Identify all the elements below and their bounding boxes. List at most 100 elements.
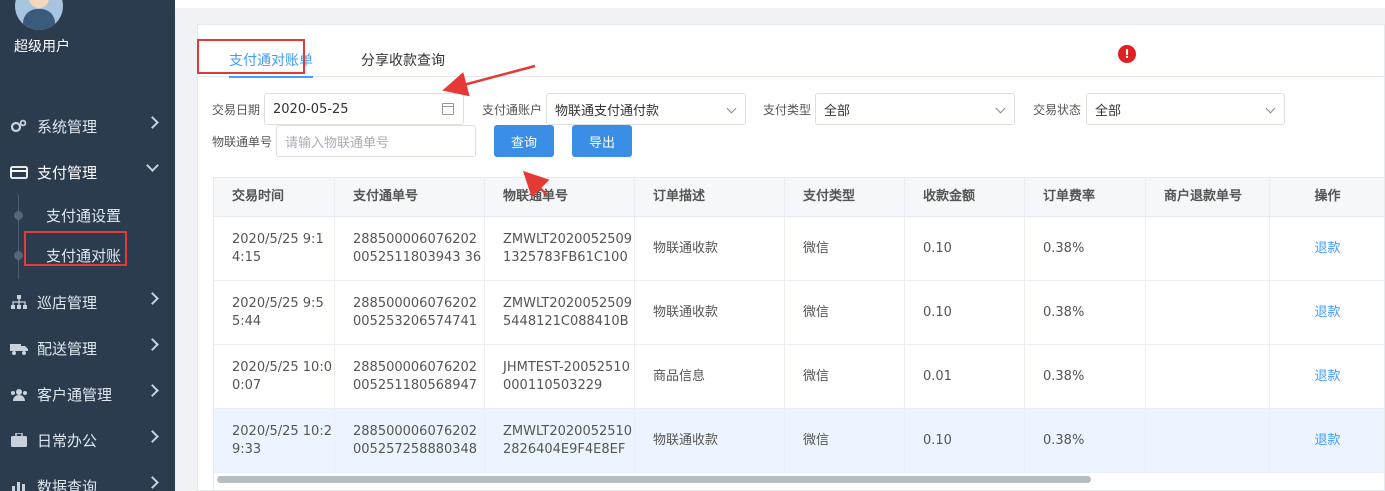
sidebar-item-office[interactable]: 日常办公 — [0, 417, 175, 463]
refund-link[interactable]: 退款 — [1314, 304, 1340, 322]
status-value: 全部 — [1095, 103, 1122, 119]
table-row: 2020/5/25 10:00:07 288500006076202005251… — [214, 345, 1384, 409]
sitemap-icon — [10, 295, 28, 309]
sidebar-sub-item-label: 支付通设置 — [46, 206, 122, 225]
sidebar-item-label: 系统管理 — [37, 117, 98, 136]
col-header[interactable]: 交易时间 — [214, 178, 335, 216]
username: 超级用户 — [14, 39, 70, 55]
chevron-right-icon — [146, 338, 159, 351]
col-header[interactable]: 商户退款单号 — [1146, 178, 1270, 216]
order-label: 物联通单号 — [212, 135, 273, 149]
bar-chart-icon — [10, 479, 28, 491]
cell-time: 2020/5/25 10:00:07 — [214, 345, 335, 408]
refund-link[interactable]: 退款 — [1314, 368, 1340, 386]
cell-desc: 物联通收款 — [635, 217, 785, 280]
col-header: 操作 — [1270, 178, 1384, 216]
cell-type: 微信 — [785, 409, 905, 472]
paytype-value: 全部 — [824, 103, 851, 119]
sidebar-menu: 系统管理 支付管理 支付通设置 支付通对账 巡店管理 配送管理 客户通管理 日常… — [0, 103, 175, 491]
sidebar-item-label: 客户通管理 — [37, 385, 113, 404]
cell-action: 退款 — [1270, 345, 1384, 408]
info-icon[interactable]: ! — [1118, 45, 1136, 63]
sidebar-item-label: 巡店管理 — [37, 293, 98, 312]
cell-action: 退款 — [1270, 281, 1384, 344]
sidebar-item-system[interactable]: 系统管理 — [0, 103, 175, 149]
date-value: 2020-05-25 — [273, 101, 349, 117]
refund-link[interactable]: 退款 — [1314, 240, 1340, 258]
cell-refund-no — [1146, 217, 1270, 280]
chevron-right-icon — [146, 384, 159, 397]
cell-wlt-no: ZMWLT20200525095448121C088410B — [485, 281, 635, 344]
account-select[interactable]: 物联通支付通付款 — [546, 93, 746, 125]
cell-desc: 商品信息 — [635, 345, 785, 408]
table-header: 交易时间 支付通单号 物联通单号 订单描述 支付类型 收款金额 订单费率 商户退… — [214, 178, 1384, 217]
cell-rate: 0.38% — [1025, 345, 1146, 408]
cell-desc: 物联通收款 — [635, 409, 785, 472]
order-placeholder: 请输入物联通单号 — [285, 135, 390, 151]
cell-refund-no — [1146, 281, 1270, 344]
sidebar-item-data-query[interactable]: 数据查询 — [0, 463, 175, 491]
card-icon — [10, 165, 28, 179]
cell-amount: 0.01 — [905, 345, 1025, 408]
horizontal-scrollbar[interactable] — [217, 476, 1091, 483]
date-label: 交易日期 — [212, 103, 261, 117]
sidebar-item-label: 数据查询 — [37, 477, 98, 491]
col-header[interactable]: 收款金额 — [905, 178, 1025, 216]
chevron-right-icon — [146, 292, 159, 305]
sidebar-item-customer[interactable]: 客户通管理 — [0, 371, 175, 417]
cell-pay-no: 2885000060762020052511803943 36 — [335, 217, 485, 280]
cell-amount: 0.10 — [905, 217, 1025, 280]
col-header[interactable]: 支付通单号 — [335, 178, 485, 216]
status-select[interactable]: 全部 — [1086, 93, 1285, 125]
sidebar-item-payment[interactable]: 支付管理 — [0, 149, 175, 195]
tab-shared-receipts[interactable]: 分享收款查询 — [361, 50, 445, 76]
chevron-right-icon — [146, 116, 159, 129]
sidebar-item-store-patrol[interactable]: 巡店管理 — [0, 279, 175, 325]
cell-refund-no — [1146, 345, 1270, 408]
avatar[interactable] — [15, 0, 63, 30]
query-button[interactable]: 查询 — [494, 125, 554, 157]
date-input[interactable]: 2020-05-25 — [264, 93, 464, 125]
top-bar — [175, 0, 1385, 8]
chevron-down-icon — [1265, 103, 1276, 114]
order-input[interactable]: 请输入物联通单号 — [276, 125, 476, 157]
sidebar-sub-item-settings[interactable]: 支付通设置 — [0, 195, 175, 235]
cell-type: 微信 — [785, 217, 905, 280]
cell-action: 退款 — [1270, 217, 1384, 280]
cell-rate: 0.38% — [1025, 281, 1146, 344]
annotation-box-sidebar — [24, 231, 127, 266]
chevron-down-icon — [995, 103, 1006, 114]
cell-time: 2020/5/25 9:55:44 — [214, 281, 335, 344]
col-header[interactable]: 支付类型 — [785, 178, 905, 216]
sidebar-item-label: 配送管理 — [37, 339, 98, 358]
account-label: 支付通账户 — [482, 103, 543, 117]
table-row: 2020/5/25 10:29:33 288500006076202005257… — [214, 409, 1384, 473]
users-icon — [10, 387, 28, 401]
col-header[interactable]: 订单费率 — [1025, 178, 1146, 216]
cell-wlt-no: ZMWLT20200525091325783FB61C100 — [485, 217, 635, 280]
cell-pay-no: 288500006076202005257258880348 — [335, 409, 485, 472]
cell-amount: 0.10 — [905, 281, 1025, 344]
chevron-right-icon — [146, 476, 159, 489]
cell-action: 退款 — [1270, 409, 1384, 472]
cell-rate: 0.38% — [1025, 217, 1146, 280]
cell-type: 微信 — [785, 345, 905, 408]
paytype-select[interactable]: 全部 — [815, 93, 1015, 125]
col-header[interactable]: 订单描述 — [635, 178, 785, 216]
cell-pay-no: 288500006076202005253206574741 — [335, 281, 485, 344]
calendar-icon — [442, 103, 454, 115]
chevron-down-icon — [146, 159, 159, 172]
refund-link[interactable]: 退款 — [1314, 432, 1340, 450]
sidebar-item-delivery[interactable]: 配送管理 — [0, 325, 175, 371]
tab-bar: 支付通对账单 分享收款查询 ! — [198, 25, 1385, 78]
cell-amount: 0.10 — [905, 409, 1025, 472]
cell-desc: 物联通收款 — [635, 281, 785, 344]
sidebar-item-label: 支付管理 — [37, 163, 98, 182]
col-header[interactable]: 物联通单号 — [485, 178, 635, 216]
sidebar-item-label: 日常办公 — [37, 431, 98, 450]
data-table: 交易时间 支付通单号 物联通单号 订单描述 支付类型 收款金额 订单费率 商户退… — [213, 177, 1385, 491]
briefcase-icon — [10, 433, 28, 447]
status-label: 交易状态 — [1033, 103, 1082, 117]
chevron-right-icon — [146, 430, 159, 443]
export-button[interactable]: 导出 — [572, 125, 632, 157]
